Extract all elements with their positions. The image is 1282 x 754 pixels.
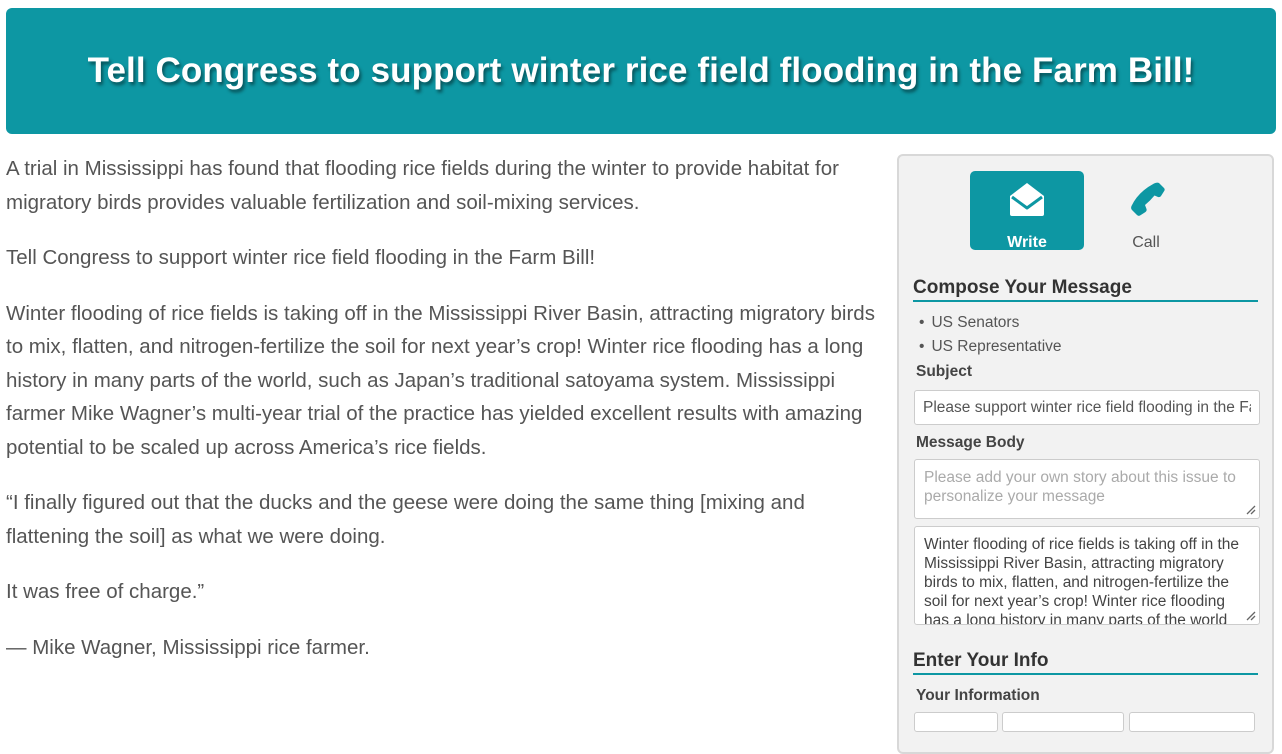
phone-icon (1131, 182, 1165, 216)
call-mode-button[interactable]: Call (1104, 171, 1188, 251)
resize-handle-icon[interactable] (1244, 503, 1256, 515)
action-panel: Write Call Compose Your Message US Senat… (897, 154, 1274, 754)
call-mode-label: Call (1132, 234, 1160, 251)
recipient-list: US Senators US Representative (919, 311, 1062, 359)
message-body-textarea[interactable]: Winter flooding of rice fields is taking… (914, 526, 1260, 625)
write-mode-button[interactable]: Write (970, 171, 1084, 251)
page-banner: Tell Congress to support winter rice fie… (6, 8, 1276, 134)
subject-label: Subject (916, 363, 972, 380)
info-section-title: Enter Your Info (913, 650, 1258, 675)
subject-input[interactable] (914, 390, 1260, 425)
page-title: Tell Congress to support winter rice fie… (87, 51, 1195, 90)
article-paragraph: A trial in Mississippi has found that fl… (6, 157, 839, 214)
article-body: A trial in Mississippi has found that fl… (6, 152, 876, 686)
compose-section-title: Compose Your Message (913, 277, 1258, 302)
article-quote: It was free of charge.” (6, 580, 205, 603)
quote-attribution: — Mike Wagner, Mississippi rice farmer. (6, 635, 370, 659)
article-paragraph: Tell Congress to support winter rice fie… (6, 246, 596, 269)
recipient-item: US Representative (919, 335, 1061, 359)
personal-story-textarea[interactable]: Please add your own story about this iss… (914, 459, 1260, 519)
recipient-item: US Senators (919, 311, 1062, 335)
article-quote: “I finally figured out that the ducks an… (6, 491, 805, 548)
message-body-text: Winter flooding of rice fields is taking… (924, 536, 1240, 625)
your-information-fields (914, 712, 1260, 732)
article-paragraph: Winter flooding of rice fields is taking… (6, 301, 875, 459)
your-information-label: Your Information (916, 687, 1040, 704)
message-body-label: Message Body (916, 434, 1025, 451)
first-name-field[interactable] (1002, 712, 1124, 732)
envelope-open-icon (1010, 183, 1044, 216)
personal-story-placeholder: Please add your own story about this iss… (924, 469, 1236, 505)
prefix-select[interactable] (914, 712, 998, 732)
last-name-field[interactable] (1129, 712, 1255, 732)
write-mode-label: Write (1007, 234, 1047, 251)
resize-handle-icon[interactable] (1244, 609, 1256, 621)
